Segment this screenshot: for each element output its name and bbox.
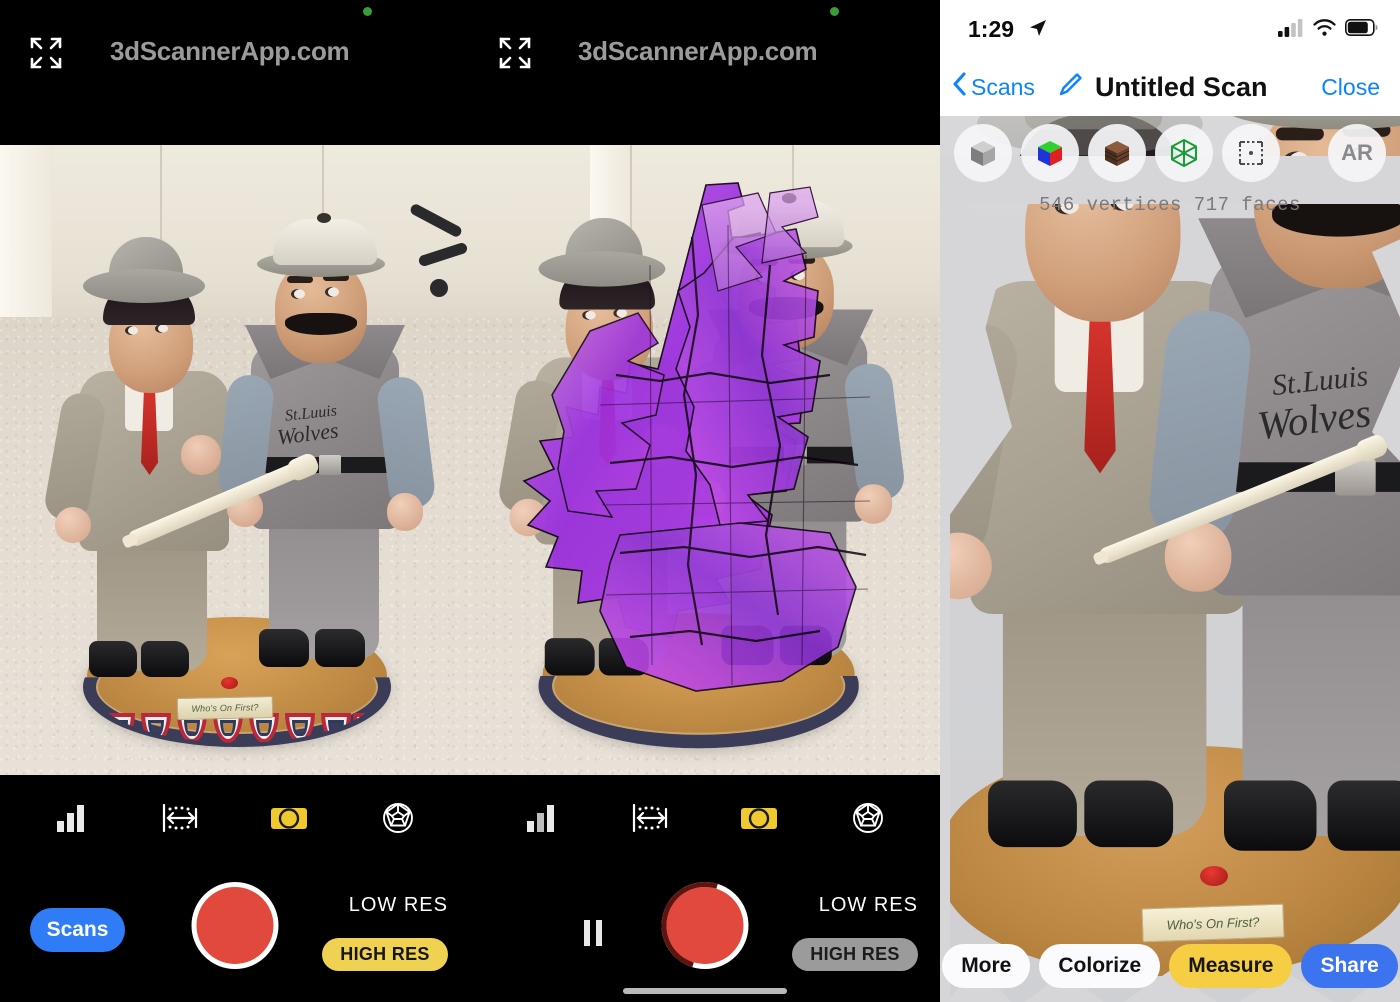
signal-bars-icon[interactable]: [512, 788, 572, 848]
model-actions-bar: More Colorize Measure Share: [940, 944, 1400, 988]
back-to-scans-button[interactable]: Scans: [952, 72, 1035, 102]
more-button[interactable]: More: [942, 944, 1031, 988]
model-mode-toolbar: AR: [940, 124, 1400, 182]
recording-indicator-dot: [363, 7, 372, 16]
base-red-button: [1200, 866, 1228, 886]
signal-bars-icon[interactable]: [42, 788, 102, 848]
pencil-icon[interactable]: [1057, 72, 1083, 103]
moustache: [285, 313, 357, 335]
recording-indicator-dot: [830, 7, 839, 16]
scanning-header: 3dScannerApp.com: [470, 0, 940, 145]
expand-arrows-icon[interactable]: [26, 33, 66, 73]
app-screenshot: 3dScannerApp.com Who's On First? St.Luui…: [0, 0, 1400, 1002]
high-res-toggle[interactable]: HIGH RES: [792, 938, 918, 971]
app-brand-label: 3dScannerApp.com: [110, 36, 350, 66]
capture-header: 3dScannerApp.com: [0, 0, 470, 145]
base-plaque: Who's On First?: [176, 695, 274, 721]
figure-costello: St.Luuis Wolves: [216, 213, 437, 667]
figurine-subject: Who's On First? St.Luuis Wolves: [25, 163, 445, 763]
ar-button[interactable]: AR: [1328, 124, 1386, 182]
record-button[interactable]: [191, 882, 279, 969]
scanning-controls: LOW RES HIGH RES: [470, 860, 940, 1002]
expand-arrows-icon[interactable]: [495, 33, 535, 73]
textured-cube-icon[interactable]: [1088, 124, 1146, 182]
back-label: Scans: [971, 73, 1035, 100]
measure-button[interactable]: Measure: [1169, 944, 1293, 988]
depth-range-icon[interactable]: [151, 788, 211, 848]
mesh-sphere-icon[interactable]: [368, 788, 428, 848]
capture-controls: Scans LOW RES HIGH RES: [0, 860, 470, 1002]
figure-abbott: [42, 237, 243, 677]
colorize-button[interactable]: Colorize: [1039, 944, 1161, 988]
base-plaque: Who's On First?: [1141, 903, 1285, 943]
share-button[interactable]: Share: [1301, 944, 1398, 988]
scanning-panel: 3dScannerApp.com LOW RES HIGH RES: [470, 0, 940, 1002]
base-red-button: [221, 677, 238, 689]
mesh-statistics: 546 vertices 717 faces: [1039, 194, 1301, 216]
figure-abbott: [496, 217, 705, 676]
cellular-bars-icon: [1278, 18, 1304, 42]
scanning-viewport[interactable]: [470, 145, 940, 775]
figure-costello: [677, 193, 907, 666]
camera-viewport[interactable]: Who's On First? St.Luuis Wolves: [0, 145, 470, 775]
low-res-label: LOW RES: [348, 894, 448, 916]
low-res-label: LOW RES: [818, 894, 918, 916]
reconstructed-model: Who's On First? St.Luuis Wolves: [940, 116, 1400, 1002]
depth-range-icon[interactable]: [621, 788, 681, 848]
high-res-toggle[interactable]: HIGH RES: [322, 938, 448, 971]
location-arrow-icon: [1028, 18, 1048, 43]
status-bar-time: 1:29: [968, 16, 1015, 42]
page-title: Untitled Scan: [1094, 71, 1268, 102]
camera-aperture-icon[interactable]: [729, 788, 789, 848]
home-indicator: [623, 988, 787, 994]
capture-tool-row: [0, 775, 470, 860]
close-button[interactable]: Close: [1321, 74, 1380, 101]
scan-progress-arc: [646, 866, 764, 985]
status-bar: 1:29: [940, 0, 1400, 58]
status-bar-indicators: [1278, 18, 1378, 42]
battery-icon: [1345, 19, 1378, 41]
camera-aperture-icon[interactable]: [259, 788, 319, 848]
mesh-sphere-icon[interactable]: [838, 788, 898, 848]
navigation-bar: Scans Untitled Scan Close: [940, 58, 1400, 116]
scanning-tool-row: [470, 775, 940, 860]
capture-panel: 3dScannerApp.com Who's On First? St.Luui…: [0, 0, 470, 1002]
derby-hat: [538, 251, 666, 287]
figurine-subject: [478, 145, 915, 765]
viewer-panel: 1:29 Scans Untitled Scan Close Who's On …: [940, 0, 1400, 1002]
derby-hat: [83, 269, 205, 303]
red-necktie: [141, 387, 158, 475]
color-cube-icon[interactable]: [1021, 124, 1079, 182]
chevron-left-icon: [952, 72, 966, 102]
crop-box-icon[interactable]: [1222, 124, 1280, 182]
wireframe-cube-icon[interactable]: [1155, 124, 1213, 182]
stop-button[interactable]: [646, 866, 764, 985]
solid-cube-icon[interactable]: [954, 124, 1012, 182]
wifi-icon: [1312, 18, 1337, 42]
scans-button[interactable]: Scans: [30, 908, 125, 952]
model-viewport[interactable]: Who's On First? St.Luuis Wolves AR 546 v…: [940, 116, 1400, 1002]
pause-button[interactable]: [582, 920, 604, 946]
app-brand-label: 3dScannerApp.com: [578, 36, 818, 66]
